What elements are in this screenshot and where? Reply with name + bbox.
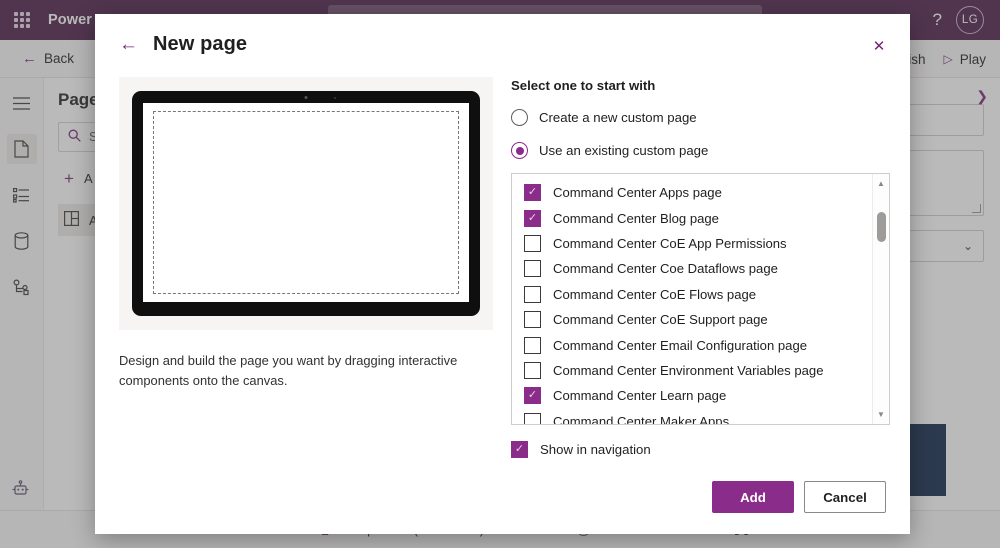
checkbox[interactable]: ✓ <box>524 184 541 202</box>
check-icon: ✓ <box>514 443 525 455</box>
list-item-label: Command Center Apps page <box>553 185 722 201</box>
checkbox[interactable]: ✓ <box>524 387 541 405</box>
radio-label: Use an existing custom page <box>539 143 709 158</box>
checkbox[interactable]: ✓ <box>524 209 541 227</box>
preview-column: Design and build the page you want by dr… <box>119 74 493 474</box>
checkbox[interactable]: ✓ <box>524 412 541 424</box>
checkbox[interactable]: ✓ <box>524 336 541 354</box>
list-item[interactable]: ✓ Command Center CoE App Permissions <box>512 231 889 256</box>
scrollbar-thumb[interactable] <box>877 212 886 242</box>
list-item[interactable]: ✓ Command Center Apps page <box>512 180 889 205</box>
check-icon: ✓ <box>527 211 538 224</box>
radio-button[interactable] <box>511 142 528 159</box>
list-item-label: Command Center Blog page <box>553 210 719 226</box>
scroll-up-arrow-icon[interactable]: ▲ <box>873 176 889 191</box>
device-screen <box>143 103 469 302</box>
dialog-actions: Add Cancel <box>712 481 886 513</box>
list-item-label: Command Center Environment Variables pag… <box>553 362 824 378</box>
radio-use-existing-custom-page[interactable]: Use an existing custom page <box>511 142 890 159</box>
device-frame <box>132 91 480 316</box>
checkbox[interactable]: ✓ <box>524 361 541 379</box>
arrow-left-icon[interactable]: ← <box>119 35 138 54</box>
check-icon: ✓ <box>527 186 538 199</box>
show-in-navigation-label: Show in navigation <box>540 442 651 457</box>
list-item[interactable]: ✓ Command Center Coe Dataflows page <box>512 256 889 281</box>
list-item[interactable]: ✓ Command Center CoE Flows page <box>512 282 889 307</box>
checkbox[interactable]: ✓ <box>524 311 541 329</box>
list-item-label: Command Center CoE Flows page <box>553 286 757 302</box>
listbox-scrollbar[interactable]: ▲ ▼ <box>872 174 889 424</box>
radio-label: Create a new custom page <box>539 110 697 125</box>
close-x-icon[interactable]: ✕ <box>866 33 892 59</box>
list-item-label: Command Center CoE App Permissions <box>553 235 787 251</box>
show-in-navigation-row[interactable]: ✓ Show in navigation <box>511 441 890 458</box>
add-button[interactable]: Add <box>712 481 794 513</box>
list-item[interactable]: ✓ Command Center Maker Apps <box>512 409 889 425</box>
radio-button[interactable] <box>511 109 528 126</box>
list-item[interactable]: ✓ Command Center Environment Variables p… <box>512 358 889 383</box>
list-item-label: Command Center Email Configuration page <box>553 337 808 353</box>
list-item-label: Command Center Coe Dataflows page <box>553 261 778 277</box>
dialog-title: New page <box>153 32 248 55</box>
dialog-body: Design and build the page you want by dr… <box>95 74 910 474</box>
tablet-device-preview <box>119 77 493 330</box>
new-page-dialog: ← New page ✕ Design and build the page y… <box>95 14 910 534</box>
listbox-scroll-area: ✓ Command Center Apps page ✓ Command Cen… <box>512 174 889 425</box>
custom-pages-listbox[interactable]: ✓ Command Center Apps page ✓ Command Cen… <box>511 173 890 425</box>
sensor-dot-icon <box>333 97 336 99</box>
dialog-header: ← New page ✕ <box>95 14 910 74</box>
canvas-outline <box>152 110 460 295</box>
radio-create-new-custom-page[interactable]: Create a new custom page <box>511 109 890 126</box>
list-item[interactable]: ✓ Command Center Email Configuration pag… <box>512 332 889 357</box>
preview-description: Design and build the page you want by dr… <box>119 353 458 389</box>
section-heading: Select one to start with <box>511 78 656 93</box>
checkbox[interactable]: ✓ <box>524 260 541 278</box>
cancel-button[interactable]: Cancel <box>804 481 886 513</box>
checkbox[interactable]: ✓ <box>524 234 541 252</box>
list-item[interactable]: ✓ Command Center Blog page <box>512 205 889 230</box>
camera-dot-icon <box>304 96 308 99</box>
list-item-label: Command Center CoE Support page <box>553 312 768 328</box>
list-item-label: Command Center Learn page <box>553 388 727 404</box>
scroll-down-arrow-icon[interactable]: ▼ <box>873 407 889 422</box>
list-item-label: Command Center Maker Apps <box>553 413 730 425</box>
checkbox[interactable]: ✓ <box>511 441 528 458</box>
screen-root: Power Apps ? LG ← Back ish ▷ Play Pages … <box>0 0 1000 548</box>
list-item[interactable]: ✓ Command Center Learn page <box>512 383 889 408</box>
list-item[interactable]: ✓ Command Center CoE Support page <box>512 307 889 332</box>
checkbox[interactable]: ✓ <box>524 285 541 303</box>
options-column: Select one to start with Create a new cu… <box>493 74 890 474</box>
check-icon: ✓ <box>527 389 538 402</box>
